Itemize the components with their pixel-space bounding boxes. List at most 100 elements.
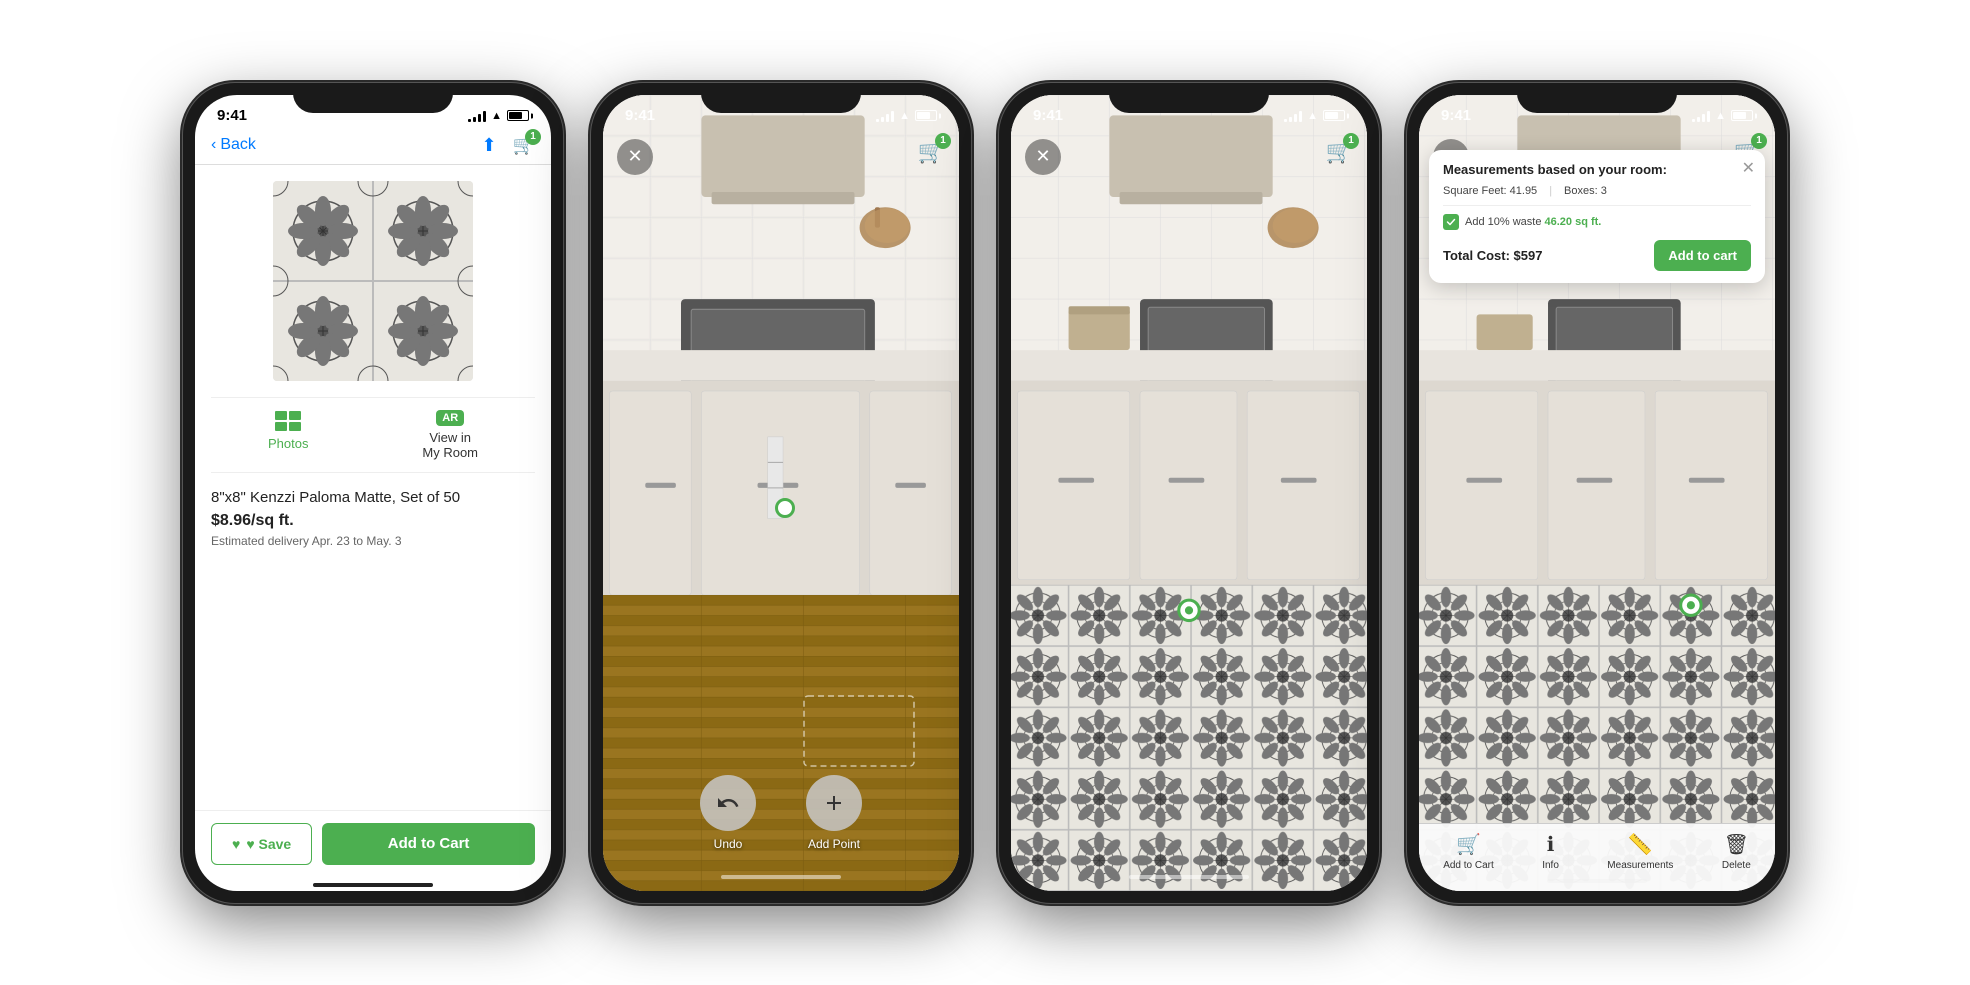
status-icons-4: ▲ (1692, 110, 1753, 122)
ar-placed-screen: 9:41 ▲ (1011, 95, 1367, 891)
phone-3-frame: 9:41 ▲ (999, 83, 1379, 903)
waste-checkbox[interactable] (1443, 214, 1459, 230)
ar-cart-badge-2: 1 (935, 133, 951, 149)
add-point-label: Add Point (808, 837, 860, 851)
heart-icon: ♥ (232, 836, 240, 852)
boxes-value: Boxes: 3 (1564, 185, 1607, 197)
tile-pattern-svg (273, 181, 473, 381)
save-button[interactable]: ♥ ♥ Save (211, 823, 312, 865)
status-time-2: 9:41 (625, 107, 655, 124)
status-bar-4: 9:41 ▲ (1419, 95, 1775, 131)
status-bar-3: 9:41 ▲ (1011, 95, 1367, 131)
undo-icon-circle (700, 775, 756, 831)
add-to-cart-button[interactable]: Add to Cart (322, 823, 535, 865)
waste-row: Add 10% waste 46.20 sq ft. (1443, 214, 1751, 230)
status-icons-2: ▲ (876, 110, 937, 122)
add-point-icon-circle (806, 775, 862, 831)
home-indicator-1 (313, 883, 433, 887)
tab-delete[interactable]: 🗑 Delete (1722, 832, 1751, 871)
share-icon[interactable]: ⬆ (481, 135, 496, 156)
popup-title: Measurements based on your room: (1443, 162, 1751, 177)
undo-label: Undo (714, 837, 743, 851)
waste-label: Add 10% waste 46.20 sq ft. (1465, 216, 1601, 228)
phone-1-frame: 9:41 ▲ (183, 83, 563, 903)
undo-button[interactable]: Undo (700, 775, 756, 851)
status-icons-3: ▲ (1284, 110, 1345, 122)
battery-icon-4 (1731, 110, 1753, 121)
signal-icon-1 (468, 110, 486, 122)
selection-area-2 (799, 691, 919, 771)
add-icon (822, 791, 846, 815)
product-content: Photos AR View in My Room 8"x8" Kenzzi P… (195, 165, 551, 810)
waste-sqft: 46.20 sq ft. (1545, 216, 1602, 228)
chevron-left-icon: ‹ (211, 136, 216, 154)
wifi-icon-3: ▲ (1307, 110, 1318, 122)
ar-cart-badge-4: 1 (1751, 133, 1767, 149)
photos-option[interactable]: Photos (268, 410, 308, 460)
ar-top-bar-2: ✕ 🛒 1 (603, 131, 959, 183)
view-in-my-room-label: View in My Room (422, 430, 478, 460)
ar-cart-badge-3: 1 (1343, 133, 1359, 149)
signal-icon-4 (1692, 110, 1710, 122)
ar-close-button-2[interactable]: ✕ (617, 139, 653, 175)
wifi-icon-1: ▲ (491, 110, 502, 122)
total-cost: Total Cost: $597 (1443, 248, 1542, 263)
cart-tab-icon: 🛒 (1456, 832, 1481, 857)
status-time-3: 9:41 (1033, 107, 1063, 124)
nav-actions: ⬆ 🛒 1 (481, 135, 535, 156)
tab-add-to-cart[interactable]: 🛒 Add to Cart (1443, 832, 1494, 871)
measure-dot-2 (775, 498, 795, 518)
status-time-1: 9:41 (217, 107, 247, 124)
tab-measurements-label: Measurements (1607, 860, 1673, 871)
ar-scanning-screen: 9:41 ▲ (603, 95, 959, 891)
kitchen-bg-2 (603, 95, 959, 891)
ar-close-button-3[interactable]: ✕ (1025, 139, 1061, 175)
phone-2-frame: 9:41 ▲ (591, 83, 971, 903)
tab-info-label: Info (1542, 860, 1559, 871)
add-point-button[interactable]: Add Point (806, 775, 862, 851)
status-time-4: 9:41 (1441, 107, 1471, 124)
battery-icon-2 (915, 110, 937, 121)
battery-icon-1 (507, 110, 529, 121)
kitchen-bg-3 (1011, 95, 1367, 891)
ruler-tab-icon: 📏 (1628, 832, 1653, 857)
ar-cart-button-3[interactable]: 🛒 1 (1326, 139, 1353, 165)
popup-add-to-cart-button[interactable]: Add to cart (1654, 240, 1751, 271)
status-bar-2: 9:41 ▲ (603, 95, 959, 131)
delivery-info: Estimated delivery Apr. 23 to May. 3 (211, 534, 535, 548)
tab-info[interactable]: ℹ Info (1542, 832, 1559, 871)
ar-cart-button-2[interactable]: 🛒 1 (918, 139, 945, 165)
battery-icon-3 (1323, 110, 1345, 121)
wifi-icon-4: ▲ (1715, 110, 1726, 122)
ar-top-bar-3: ✕ 🛒 1 (1011, 131, 1367, 183)
back-button[interactable]: ‹ Back (211, 136, 256, 154)
view-options: Photos AR View in My Room (211, 397, 535, 473)
tab-delete-label: Delete (1722, 860, 1751, 871)
status-bar-1: 9:41 ▲ (195, 95, 551, 131)
home-indicator-3 (1129, 875, 1249, 879)
nav-bar-1: ‹ Back ⬆ 🛒 1 (195, 131, 551, 165)
trash-tab-icon: 🗑 (1724, 832, 1749, 857)
tab-add-to-cart-label: Add to Cart (1443, 860, 1494, 871)
status-icons-1: ▲ (468, 110, 529, 122)
photos-grid-icon (274, 410, 302, 432)
measurements-popup: ✕ Measurements based on your room: Squar… (1429, 150, 1765, 283)
signal-icon-2 (876, 110, 894, 122)
product-price: $8.96/sq ft. (211, 512, 535, 530)
product-title: 8"x8" Kenzzi Paloma Matte, Set of 50 (211, 489, 535, 506)
tab-measurements[interactable]: 📏 Measurements (1607, 832, 1673, 871)
phone-1-screen: 9:41 ▲ (195, 95, 551, 891)
square-feet-value: Square Feet: 41.95 (1443, 185, 1537, 197)
bottom-actions: ♥ ♥ Save Add to Cart (195, 810, 551, 877)
signal-icon-3 (1284, 110, 1302, 122)
back-label: Back (220, 136, 256, 154)
wifi-icon-2: ▲ (899, 110, 910, 122)
info-tab-icon: ℹ (1547, 832, 1555, 857)
checkmark-icon (1446, 217, 1456, 227)
ar-option[interactable]: AR View in My Room (422, 410, 478, 460)
phone-2-screen: 9:41 ▲ (603, 95, 959, 891)
ar-tab-bar-4: 🛒 Add to Cart ℹ Info 📏 Measurements 🗑 De… (1419, 823, 1775, 891)
popup-close-button[interactable]: ✕ (1742, 158, 1755, 178)
cart-button[interactable]: 🛒 1 (513, 135, 535, 156)
product-image-container (273, 181, 473, 381)
